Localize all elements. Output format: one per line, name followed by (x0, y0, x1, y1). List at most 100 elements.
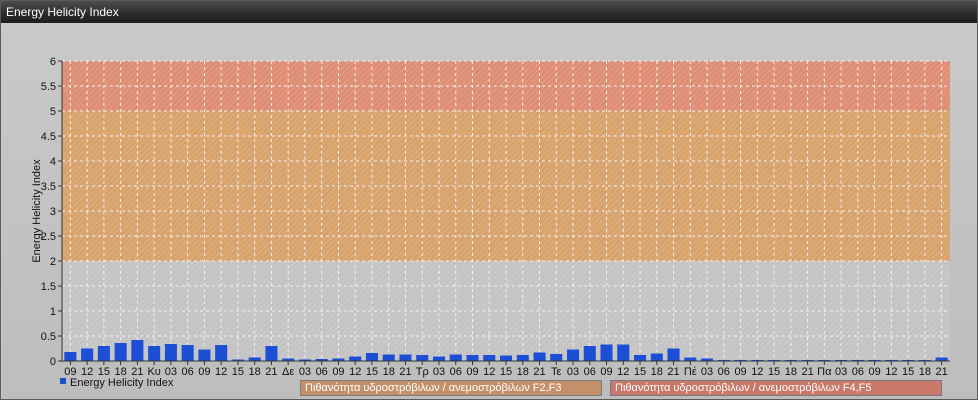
x-tick-label: 09 (600, 366, 612, 378)
x-tick-label: 09 (868, 366, 880, 378)
x-tick-label: 18 (651, 366, 663, 378)
bar (131, 340, 144, 361)
x-tick-label: 12 (751, 366, 763, 378)
bar (265, 346, 278, 361)
bar (349, 356, 362, 361)
legend-band-f4f5-label: Πιθανότητα υδροστρόβιλων / ανεμοστρόβιλω… (615, 382, 872, 394)
bar (533, 352, 546, 361)
legend-band-f2f3-label: Πιθανότητα υδροστρόβιλων / ανεμοστρόβιλω… (305, 382, 562, 394)
x-tick-label: 21 (935, 366, 947, 378)
bar (416, 355, 429, 361)
x-tick-label: Τε (551, 366, 562, 378)
x-tick-label: Δε (282, 366, 294, 378)
x-tick-label: 03 (835, 366, 847, 378)
x-tick-label: 15 (366, 366, 378, 378)
bar (600, 344, 613, 361)
legend-series-label: Energy Helicity Index (70, 377, 174, 389)
bar (365, 353, 378, 361)
bar (382, 354, 395, 361)
x-tick-label: 09 (198, 366, 210, 378)
bar (164, 344, 177, 361)
bar (399, 354, 412, 361)
x-tick-label: 18 (785, 366, 797, 378)
bar (483, 355, 496, 361)
y-tick-label: 6 (50, 56, 56, 68)
legend-band-f4f5: Πιθανότητα υδροστρόβιλων / ανεμοστρόβιλω… (610, 380, 942, 396)
bar (634, 355, 647, 361)
x-tick-label: 12 (215, 366, 227, 378)
bar (499, 355, 513, 361)
x-tick-label: 06 (182, 366, 194, 378)
x-tick-label: 12 (349, 366, 361, 378)
x-tick-label: 15 (500, 366, 512, 378)
x-tick-label: 15 (768, 366, 780, 378)
y-tick-label: 1 (50, 306, 56, 318)
x-tick-label: 18 (249, 366, 261, 378)
window-title: Energy Helicity Index (1, 1, 977, 23)
y-tick-label: 0.5 (41, 331, 56, 343)
x-tick-label: 21 (399, 366, 411, 378)
bar (97, 346, 110, 361)
x-tick-label: 15 (634, 366, 646, 378)
y-tick-label: 5 (50, 106, 56, 118)
y-tick-label: 0 (50, 356, 56, 368)
x-tick-label: 09 (734, 366, 746, 378)
bar (64, 352, 77, 361)
x-tick-label: 09 (332, 366, 344, 378)
y-tick-label: 4 (50, 156, 56, 168)
x-tick-label: 18 (517, 366, 529, 378)
bar (566, 349, 580, 361)
chart-area: 0 0.5 1 1.5 2 2.5 3 3.5 4 4.5 5 5.5 6 09 12 15 18 21 Κυ 03 0… (2, 23, 977, 399)
y-tick-label: 5.5 (41, 81, 56, 93)
ehi-chart: 00.511.522.533.544.555.5609 12 15 18 21 Κυ 03 0… (31, 56, 950, 389)
bar (583, 346, 596, 361)
bar (466, 355, 479, 361)
x-tick-label: 03 (299, 366, 311, 378)
x-tick-label: 03 (567, 366, 579, 378)
x-tick-label: 12 (483, 366, 495, 378)
chart-widget: Energy Helicity Index 0 0.5 1 1.5 2 2.5 3 3.5 4 4… (0, 0, 978, 400)
x-tick-label: 06 (584, 366, 596, 378)
legend-band-f2f3: Πιθανότητα υδροστρόβιλων / ανεμοστρόβιλω… (300, 380, 602, 396)
legend-series-marker (60, 378, 66, 384)
bar (684, 357, 697, 361)
x-tick-label: 03 (701, 366, 713, 378)
x-tick-label: 06 (718, 366, 730, 378)
x-tick-label: 15 (902, 366, 914, 378)
x-tick-label: 06 (852, 366, 864, 378)
bar (617, 344, 630, 361)
bar (667, 348, 680, 361)
x-tick-label: 15 (232, 366, 244, 378)
x-tick-label: 12 (885, 366, 897, 378)
bar (81, 348, 94, 361)
bar (516, 355, 529, 361)
y-axis-label: Energy Helicity Index (31, 159, 43, 263)
x-tick-label: 09 (466, 366, 478, 378)
bar (432, 356, 446, 361)
x-tick-label: 03 (433, 366, 445, 378)
y-tick-label: 4.5 (41, 131, 56, 143)
y-tick-label: 3 (50, 206, 56, 218)
y-tick-label: 2 (50, 256, 56, 268)
x-tick-label: 21 (667, 366, 679, 378)
x-tick-label: 12 (617, 366, 629, 378)
x-tick-label: Πέ (684, 366, 697, 378)
bar (550, 354, 563, 361)
bar (114, 343, 127, 361)
x-tick-label: 21 (801, 366, 813, 378)
bar (248, 357, 261, 361)
bar (935, 357, 948, 361)
x-tick-label: 06 (316, 366, 328, 378)
bar (181, 345, 194, 361)
bar (449, 354, 462, 361)
bar (215, 345, 228, 361)
bar (148, 346, 161, 361)
x-tick-label: 06 (450, 366, 462, 378)
y-tick-label: 1.5 (41, 281, 56, 293)
x-tick-label: 21 (265, 366, 277, 378)
x-tick-label: Πα (817, 366, 832, 378)
x-tick-label: 18 (383, 366, 395, 378)
bar (198, 349, 211, 361)
bar (650, 353, 663, 361)
x-tick-label: 21 (533, 366, 545, 378)
